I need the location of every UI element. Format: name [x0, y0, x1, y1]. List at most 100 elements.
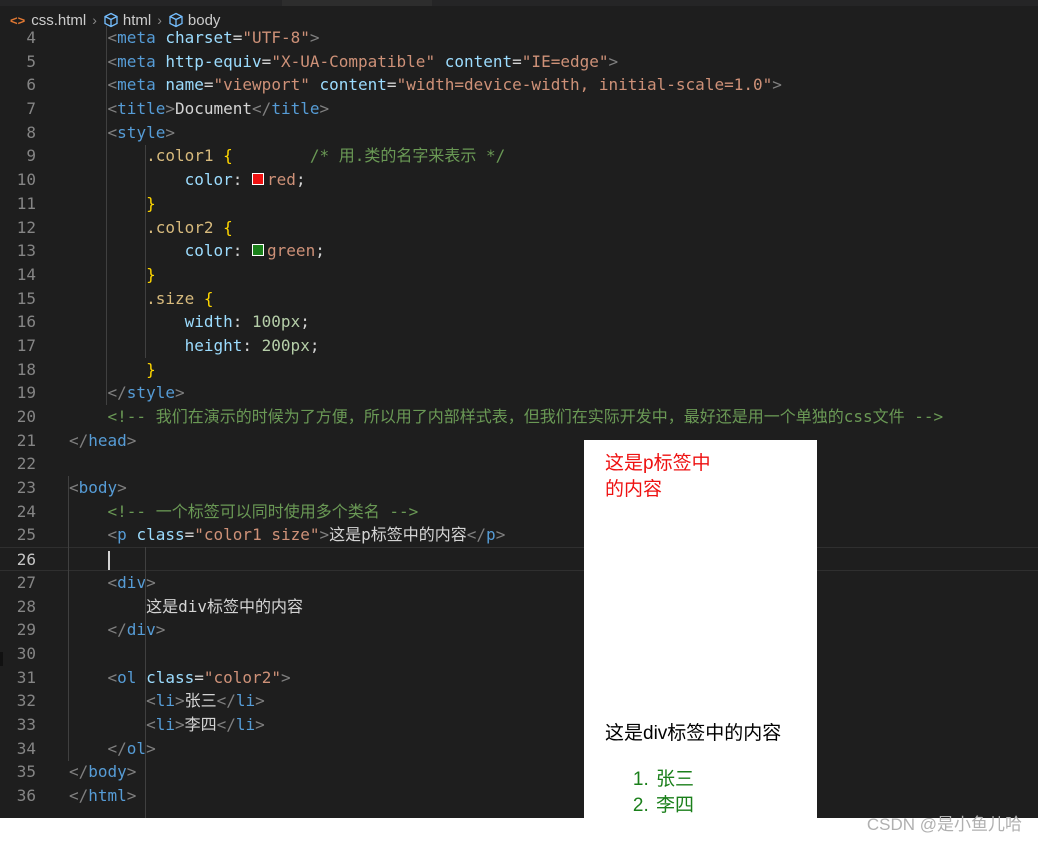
- code-line[interactable]: 6 <meta name="viewport" content="width=d…: [0, 73, 1038, 97]
- line-number: 36: [16, 786, 36, 805]
- code-token: >: [309, 28, 320, 47]
- code-token: <: [107, 667, 118, 687]
- code-line[interactable]: 27 <div>: [0, 571, 1038, 595]
- code-line[interactable]: 30: [0, 642, 1038, 666]
- code-line[interactable]: 18 }: [0, 358, 1038, 382]
- code-token: green: [267, 241, 316, 261]
- code-lines[interactable]: 4 <meta charset="UTF-8"> 5 <meta http-equ…: [0, 26, 1038, 818]
- code-token: html: [88, 786, 127, 805]
- code-token: >: [165, 122, 175, 142]
- code-text: }: [69, 263, 156, 287]
- code-line[interactable]: 34 </ol>: [0, 737, 1038, 761]
- code-token: li: [155, 714, 175, 734]
- code-token: ;: [315, 241, 325, 261]
- code-line[interactable]: 10 color: red;: [0, 168, 1038, 192]
- code-line[interactable]: 12 .color2 {: [0, 216, 1038, 240]
- line-number: 4: [26, 28, 36, 47]
- code-line[interactable]: 4 <meta charset="UTF-8">: [0, 26, 1038, 50]
- code-token: div: [126, 620, 156, 640]
- code-line[interactable]: 16 width: 100px;: [0, 310, 1038, 334]
- code-text: <!-- 我们在演示的时候为了方便，所以用了内部样式表，但我们在实际开发中，最好…: [69, 405, 944, 429]
- text-cursor: [107, 551, 110, 571]
- code-line[interactable]: 17 height: 200px;: [0, 334, 1038, 358]
- color-swatch[interactable]: [252, 173, 265, 186]
- code-line[interactable]: 7 <title>Document</title>: [0, 97, 1038, 121]
- code-line[interactable]: 22: [0, 452, 1038, 476]
- code-token: >: [165, 99, 175, 119]
- code-token: p: [117, 525, 127, 545]
- code-token: div: [117, 572, 147, 592]
- browser-preview: 这是p标签中的内容 这是div标签中的内容 张三 李四: [584, 440, 817, 820]
- code-line[interactable]: 26: [0, 547, 1038, 571]
- code-line[interactable]: 13 color: green;: [0, 239, 1038, 263]
- code-line[interactable]: 25 <p class="color1 size">这是p标签中的内容</p>: [0, 523, 1038, 547]
- code-token: >: [772, 75, 782, 95]
- line-number: 29: [16, 620, 36, 640]
- line-number: 7: [26, 99, 36, 119]
- code-line[interactable]: 23 <body>: [0, 476, 1038, 500]
- code-line[interactable]: 8 <style>: [0, 121, 1038, 145]
- code-token: >: [495, 525, 506, 545]
- code-token: head: [88, 430, 127, 450]
- code-line[interactable]: 15 .size {: [0, 287, 1038, 311]
- code-line[interactable]: 29 </div>: [0, 618, 1038, 642]
- line-number: 27: [16, 572, 36, 592]
- code-token: class: [136, 525, 185, 545]
- active-tab-edge: [282, 0, 432, 6]
- line-number: 35: [16, 762, 36, 782]
- code-token: li: [155, 691, 175, 711]
- color-swatch[interactable]: [252, 244, 265, 257]
- code-token: meta: [117, 28, 156, 47]
- code-token: >: [319, 99, 330, 119]
- code-line[interactable]: 21 </head>: [0, 429, 1038, 453]
- code-token: meta: [117, 75, 156, 95]
- code-line[interactable]: 20 <!-- 我们在演示的时候为了方便，所以用了内部样式表，但我们在实际开发中…: [0, 405, 1038, 429]
- code-line[interactable]: 9 .color1 { /* 用.类的名字来表示 */: [0, 144, 1038, 168]
- code-line[interactable]: 35 </body>: [0, 760, 1038, 784]
- code-line[interactable]: 31 <ol class="color2">: [0, 666, 1038, 690]
- code-editor[interactable]: <> css.html › html › body 4 <meta charse…: [0, 0, 1038, 818]
- code-token: </: [107, 383, 127, 403]
- code-token: :: [232, 312, 253, 332]
- code-token: </: [107, 738, 127, 758]
- code-text: <style>: [69, 121, 175, 145]
- code-token: body: [78, 478, 118, 498]
- code-text: .color2 {: [69, 216, 233, 240]
- code-token: title: [271, 99, 320, 119]
- code-token: li: [235, 714, 256, 734]
- code-line[interactable]: 24 <!-- 一个标签可以同时使用多个类名 -->: [0, 500, 1038, 524]
- code-token: p: [486, 525, 496, 545]
- code-token: <: [107, 28, 118, 47]
- code-token: charset: [165, 28, 233, 47]
- code-token: "IE=edge": [521, 51, 609, 71]
- code-token: .color1: [146, 146, 214, 166]
- code-token: meta: [117, 51, 156, 71]
- code-line[interactable]: 32 <li>张三</li>: [0, 689, 1038, 713]
- code-text: }: [69, 192, 156, 216]
- code-line[interactable]: 19 </style>: [0, 381, 1038, 405]
- line-number: 28: [16, 596, 36, 616]
- code-text: .color1 { /* 用.类的名字来表示 */: [69, 144, 505, 168]
- code-text: <li>张三</li>: [69, 689, 265, 713]
- code-line[interactable]: 14 }: [0, 263, 1038, 287]
- code-token: :: [242, 335, 262, 355]
- code-line[interactable]: 33 <li>李四</li>: [0, 713, 1038, 737]
- code-line[interactable]: 28 这是div标签中的内容: [0, 595, 1038, 619]
- code-token: }: [146, 359, 156, 379]
- code-line[interactable]: 36 </html>: [0, 784, 1038, 808]
- code-token: >: [174, 714, 185, 734]
- code-token: >: [146, 738, 156, 758]
- code-text: </head>: [69, 429, 136, 453]
- code-token: =: [232, 28, 243, 47]
- code-token: "UTF-8": [242, 28, 310, 47]
- code-token: {: [223, 217, 233, 237]
- code-token: name: [165, 75, 204, 95]
- preview-div: 这是div标签中的内容: [605, 723, 782, 744]
- gutter-marker: [0, 652, 3, 666]
- code-line[interactable]: 5 <meta http-equiv="X-UA-Compatible" con…: [0, 50, 1038, 74]
- code-line[interactable]: 11 }: [0, 192, 1038, 216]
- code-token: http-equiv: [165, 51, 262, 71]
- code-token: 张三: [184, 691, 217, 711]
- code-token: </: [216, 714, 236, 734]
